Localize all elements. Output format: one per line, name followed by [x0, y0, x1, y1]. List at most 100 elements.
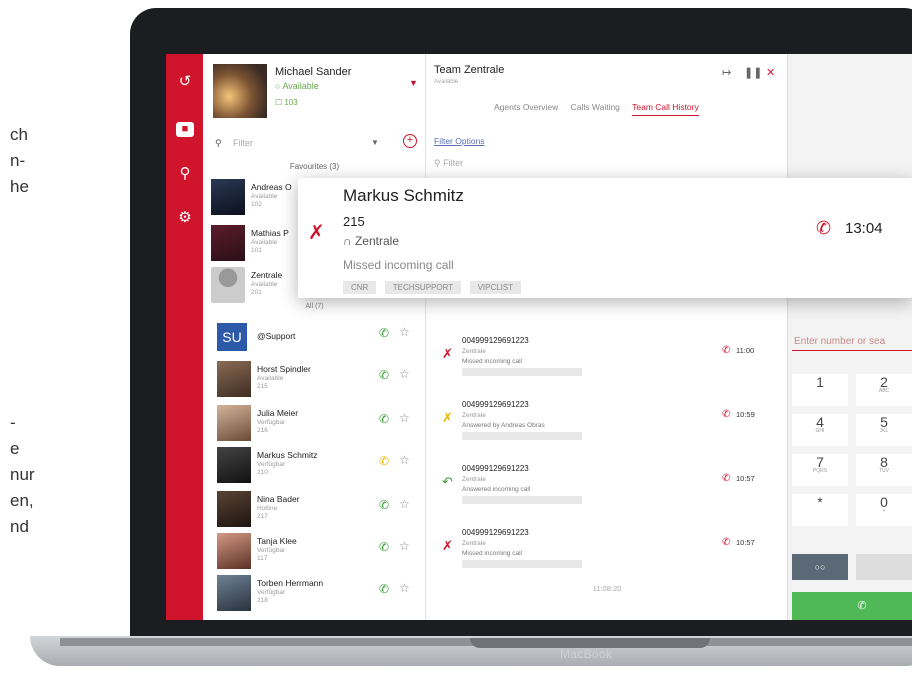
star-icon[interactable]: ☆	[399, 325, 410, 339]
all-contacts-header[interactable]: All (7)	[203, 303, 426, 310]
phone-icon[interactable]: ✆	[379, 454, 389, 468]
contacts-icon[interactable]: ■	[176, 122, 194, 137]
contact-row[interactable]: Tanja Klee Verfügbar 117 ✆ ☆	[203, 530, 426, 572]
dial-key-4[interactable]: 4 GHI	[792, 414, 848, 446]
user-status-text: Available	[282, 81, 319, 91]
bg-line-1: ch	[10, 125, 28, 144]
phone-icon[interactable]: ✆	[816, 218, 831, 239]
phone-icon[interactable]: ✆	[379, 498, 389, 512]
contact-row[interactable]: Torben Herrmann Verfügbar 218 ✆ ☆	[203, 572, 426, 614]
filter-placeholder: Filter	[233, 138, 253, 148]
call-button[interactable]: ✆	[792, 592, 912, 620]
entry-time: 11:00	[736, 346, 755, 355]
contact-photo	[217, 491, 251, 527]
contact-filter-input[interactable]: ⚲ Filter ▼	[213, 134, 383, 152]
star-icon[interactable]: ☆	[399, 453, 410, 467]
star-icon[interactable]: ☆	[399, 539, 410, 553]
bg-line-4: -	[10, 413, 16, 432]
dial-key-2[interactable]: 2 ABC	[856, 374, 912, 406]
contact-name: Markus Schmitz	[257, 450, 318, 460]
history-entry[interactable]: ✗ 004999129691223 Zentrale Answered by A…	[442, 396, 784, 456]
favourites-header[interactable]: Favourites (3)	[203, 162, 426, 171]
contact-row[interactable]: Nina Bader Hotline 217 ✆ ☆	[203, 488, 426, 530]
logout-icon[interactable]: ↦	[722, 66, 731, 79]
team-panel: Team Zentrale Available ↦ ❚❚ ✕ Agents Ov…	[426, 54, 788, 620]
team-subtitle: Available	[434, 79, 459, 85]
history-entry[interactable]: ✗ 004999129691223 Zentrale Missed incomi…	[442, 332, 784, 392]
voicemail-button[interactable]: ○○	[792, 554, 848, 580]
entry-time: 10:57	[736, 538, 755, 547]
user-ext-text: 103	[284, 98, 298, 107]
contact-row[interactable]: Horst Spindler Available 215 ✆ ☆	[203, 358, 426, 400]
dial-key-letters: +	[882, 508, 886, 514]
caller-name: Markus Schmitz	[343, 186, 464, 205]
add-contact-button[interactable]: +	[403, 134, 417, 148]
caller-ext: 215	[343, 214, 365, 229]
chevron-down-icon[interactable]: ▼	[409, 78, 418, 88]
missed-call-icon: ✗	[442, 346, 453, 361]
phone-icon[interactable]: ✆	[722, 473, 730, 484]
phone-icon[interactable]: ✆	[722, 409, 730, 420]
tab-team-call-history[interactable]: Team Call History	[632, 102, 699, 116]
contact-row[interactable]: Markus Schmitz Verfügbar 210 ✆ ☆	[203, 444, 426, 486]
tag: VIPCLIST	[469, 281, 522, 294]
user-avatar[interactable]	[213, 64, 267, 118]
chevron-down-icon[interactable]: ▼	[371, 134, 379, 152]
contact-status: Available	[257, 375, 284, 382]
phone-icon[interactable]: ✆	[722, 537, 730, 548]
phone-icon[interactable]: ✆	[379, 582, 389, 596]
star-icon[interactable]: ☆	[399, 497, 410, 511]
contact-name: Zentrale	[251, 270, 283, 280]
caller-queue: ∩ Zentrale	[343, 234, 399, 248]
phone-icon[interactable]: ✆	[379, 412, 389, 426]
team-search-input[interactable]: ⚲ Filter	[434, 158, 463, 169]
user-status[interactable]: ○ Available	[275, 81, 319, 91]
star-icon[interactable]: ☆	[399, 367, 410, 381]
history-icon[interactable]: ↺	[175, 72, 195, 92]
entry-time: 10:59	[736, 410, 755, 419]
phone-icon[interactable]: ✆	[379, 540, 389, 554]
dialer-secondary-button[interactable]	[856, 554, 912, 580]
contact-ext: 218	[257, 597, 268, 604]
search-icon: ⚲	[434, 158, 441, 168]
dial-key-7[interactable]: 7 PQRS	[792, 454, 848, 486]
dialer-panel: Enter number or sea 1 2 ABC 4 GHI 5 JKL 7 PQ…	[788, 54, 912, 620]
dial-key-star[interactable]: *	[792, 494, 848, 526]
filter-options-link[interactable]: Filter Options	[434, 136, 485, 146]
contact-name: Tanja Klee	[257, 536, 297, 546]
team-tabs: Agents Overview Calls Waiting Team Call …	[494, 102, 709, 116]
close-icon[interactable]: ✕	[766, 66, 775, 79]
phone-icon[interactable]: ✆	[379, 368, 389, 382]
gear-icon[interactable]: ⚙	[175, 208, 195, 228]
contact-photo	[217, 405, 251, 441]
tab-agents-overview[interactable]: Agents Overview	[494, 102, 558, 112]
phone-icon[interactable]: ✆	[379, 326, 389, 340]
bg-line-2: n-	[10, 151, 26, 170]
star-icon[interactable]: ☆	[399, 581, 410, 595]
contact-ext: 215	[257, 383, 268, 390]
entry-desc: Missed incoming call	[462, 550, 522, 557]
dial-key-1[interactable]: 1	[792, 374, 848, 406]
entry-number: 004999129691223	[462, 528, 529, 537]
contacts-panel: Michael Sander ○ Available ☐ 103 ▼ ⚲ Fil…	[203, 54, 426, 620]
search-icon: ⚲	[215, 138, 222, 148]
dialer-input[interactable]: Enter number or sea	[794, 336, 885, 347]
contact-photo	[211, 267, 245, 303]
pause-icon[interactable]: ❚❚	[744, 66, 762, 79]
tab-calls-waiting[interactable]: Calls Waiting	[571, 102, 620, 112]
entry-tags	[462, 496, 582, 504]
search-icon[interactable]: ⚲	[175, 164, 195, 184]
history-entry[interactable]: ✗ 004999129691223 Zentrale Missed incomi…	[442, 524, 784, 584]
contact-status: Verfügbar	[257, 461, 286, 468]
history-entry[interactable]: ↶ 004999129691223 Zentrale Answered inco…	[442, 460, 784, 520]
contact-photo	[217, 575, 251, 611]
dial-key-0[interactable]: 0 +	[856, 494, 912, 526]
dial-key-5[interactable]: 5 JKL	[856, 414, 912, 446]
missed-call-notification[interactable]: ✗ Markus Schmitz 215 ∩ Zentrale Missed i…	[298, 178, 912, 298]
contact-row[interactable]: Julia Meier Verfügbar 216 ✆ ☆	[203, 402, 426, 444]
phone-icon[interactable]: ✆	[722, 345, 730, 356]
star-icon[interactable]: ☆	[399, 411, 410, 425]
contact-row[interactable]: SU @Support ✆ ☆	[203, 316, 426, 358]
answered-call-icon: ↶	[442, 474, 453, 489]
dial-key-8[interactable]: 8 TUV	[856, 454, 912, 486]
